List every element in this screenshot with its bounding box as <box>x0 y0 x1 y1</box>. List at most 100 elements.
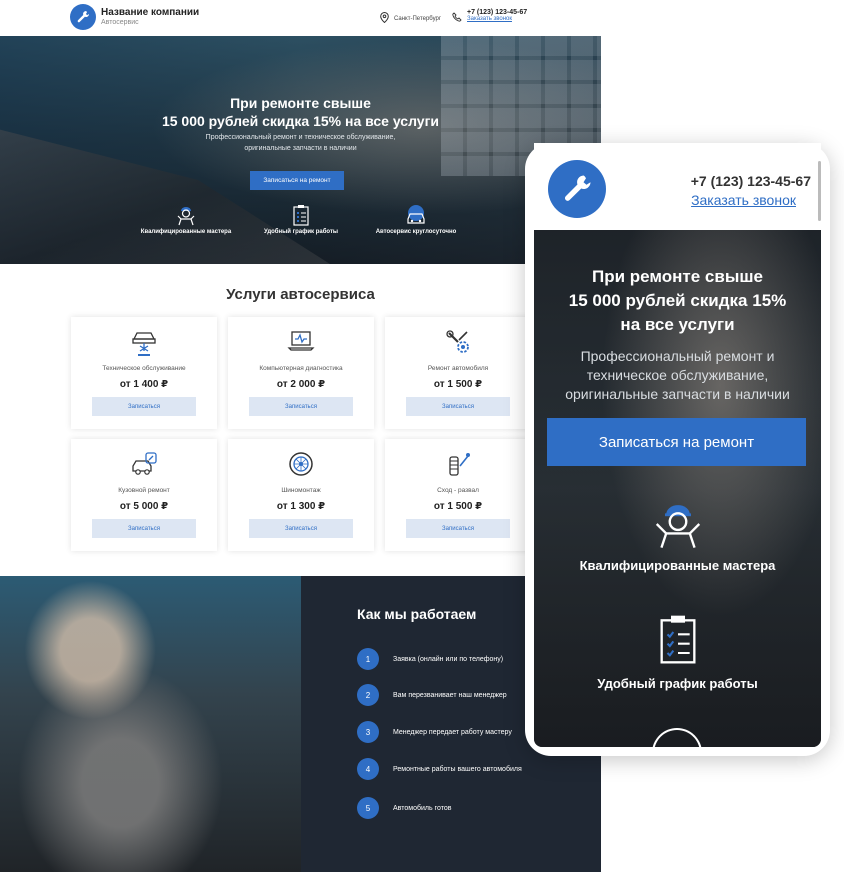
tire-icon <box>228 451 374 477</box>
signup-button[interactable]: Записаться <box>406 519 510 538</box>
mobile-header: +7 (123) 123-45-67 Заказать звонок <box>534 143 821 230</box>
hero-title: При ремонте свыше 15 000 рублей скидка 1… <box>534 265 821 337</box>
service-card: Кузовной ремонт от 5 000 ₽ Записаться <box>71 439 217 551</box>
callback-link[interactable]: Заказать звонок <box>467 16 527 22</box>
services-section: Услуги автосервиса Техническое обслужива… <box>0 264 601 576</box>
service-price: от 1 400 ₽ <box>119 379 169 390</box>
service-card: Сход - развал от 1 500 ₽ Записаться <box>385 439 531 551</box>
feature-masters: Квалифицированные мастера <box>534 498 821 573</box>
service-name: Шиномонтаж <box>281 487 321 494</box>
step-item: 3 Менеджер передает работу мастеру <box>357 721 529 743</box>
step-item: 5 Автомобиль готов <box>357 797 529 819</box>
signup-button[interactable]: Записаться <box>92 397 196 416</box>
hero-subtitle: Профессиональный ремонт и техническое об… <box>0 132 601 154</box>
feature-label: Удобный график работы <box>263 229 339 235</box>
callback-link[interactable]: Заказать звонок <box>691 192 796 208</box>
service-name: Техническое обслуживание <box>102 365 186 372</box>
step-number: 2 <box>357 684 379 706</box>
how-we-work-section: Как мы работаем 1 Заявка (онлайн или по … <box>0 576 601 872</box>
step-item: 2 Вам перезванивает наш менеджер <box>357 684 529 706</box>
map-pin-icon <box>380 11 389 25</box>
step-item: 4 Ремонтные работы вашего автомобиля <box>357 758 529 780</box>
wrench-gear-icon <box>385 329 531 355</box>
scrollbar[interactable] <box>818 161 821 221</box>
mobile-screen: +7 (123) 123-45-67 Заказать звонок При р… <box>534 143 821 747</box>
mechanic-photo <box>0 576 301 872</box>
step-text: Ремонтные работы вашего автомобиля <box>393 765 522 773</box>
hero-title-line: 15 000 рублей скидка 15% <box>568 291 787 310</box>
service-name: Компьютерная диагностика <box>259 365 343 372</box>
step-text: Менеджер передает работу мастеру <box>393 728 512 736</box>
signup-button[interactable]: Записаться <box>406 397 510 416</box>
signup-button[interactable]: Записаться <box>249 397 353 416</box>
services-title: Услуги автосервиса <box>226 286 375 303</box>
phone-number[interactable]: +7 (123) 123-45-67 <box>691 173 811 189</box>
city-label: Санкт-Петербург <box>394 15 442 22</box>
mobile-hero: При ремонте свыше 15 000 рублей скидка 1… <box>534 230 821 747</box>
hero-title-line: При ремонте свыше <box>230 95 371 111</box>
hero-subtitle: Профессиональный ремонт и техническое об… <box>534 347 821 404</box>
site-header: Название компании Автосервис Санкт-Петер… <box>0 0 601 36</box>
step-number: 1 <box>357 648 379 670</box>
service-card: Техническое обслуживание от 1 400 ₽ Запи… <box>71 317 217 429</box>
service-card: Ремонт автомобиля от 1 500 ₽ Записаться <box>385 317 531 429</box>
car-24h-icon <box>652 728 702 747</box>
hero-section: При ремонте свыше 15 000 рублей скидка 1… <box>0 36 601 264</box>
feature-label: Автосервис круглосуточно <box>375 229 457 235</box>
logo-wrench-icon[interactable] <box>70 4 96 30</box>
location: Санкт-Петербург <box>380 11 442 25</box>
phone-icon <box>452 9 462 27</box>
mobile-mockup: +7 (123) 123-45-67 Заказать звонок При р… <box>525 143 830 756</box>
car-body-icon <box>71 451 217 477</box>
phone-block: +7 (123) 123-45-67 Заказать звонок <box>452 9 527 27</box>
step-text: Автомобиль готов <box>393 804 452 812</box>
service-card: Шиномонтаж от 1 300 ₽ Записаться <box>228 439 374 551</box>
step-item: 1 Заявка (онлайн или по телефону) <box>357 648 529 670</box>
book-repair-button[interactable]: Записаться на ремонт <box>250 171 344 190</box>
feature-label: Квалифицированные мастера <box>579 558 776 573</box>
feature-schedule: Удобный график работы <box>534 610 821 691</box>
service-card: Компьютерная диагностика от 2 000 ₽ Запи… <box>228 317 374 429</box>
signup-button[interactable]: Записаться <box>92 519 196 538</box>
hero-subtitle-line: Профессиональный ремонт и <box>580 348 775 364</box>
feature-schedule: Удобный график работы <box>260 204 342 235</box>
feature-24h: Автосервис круглосуточно <box>372 204 460 235</box>
service-price: от 2 000 ₽ <box>276 379 326 390</box>
hero-title-line: При ремонте свыше <box>592 267 763 286</box>
service-name: Ремонт автомобиля <box>427 365 489 372</box>
step-number: 5 <box>357 797 379 819</box>
book-repair-button[interactable]: Записаться на ремонт <box>547 418 806 466</box>
hero-title: При ремонте свыше 15 000 рублей скидка 1… <box>0 94 601 130</box>
mechanic-icon <box>534 498 821 550</box>
service-name: Сход - развал <box>437 487 479 494</box>
company-subtitle: Автосервис <box>101 19 139 26</box>
step-number: 4 <box>357 758 379 780</box>
service-price: от 1 500 ₽ <box>433 501 483 512</box>
hero-subtitle-line: Профессиональный ремонт и техническое об… <box>205 134 396 141</box>
hero-title-line: 15 000 рублей скидка 15% на все услуги <box>161 113 440 129</box>
hero-subtitle-line: техническое обслуживание, <box>586 367 769 383</box>
company-name: Название компании <box>101 7 200 18</box>
how-title: Как мы работаем <box>357 606 477 622</box>
wheel-alignment-icon <box>385 451 531 479</box>
laptop-diagnostics-icon <box>228 329 374 353</box>
desktop-mockup: Название компании Автосервис Санкт-Петер… <box>0 0 601 872</box>
feature-masters: Квалифицированные мастера <box>138 204 234 235</box>
feature-label: Удобный график работы <box>597 676 758 691</box>
logo-wrench-icon[interactable] <box>548 160 606 218</box>
hero-title-line: на все услуги <box>620 315 735 334</box>
car-lift-icon <box>71 329 217 357</box>
clipboard-icon <box>534 610 821 668</box>
clipboard-icon <box>260 204 342 226</box>
service-price: от 1 300 ₽ <box>276 501 326 512</box>
step-text: Заявка (онлайн или по телефону) <box>393 655 504 663</box>
hero-subtitle-line: оригинальные запчасти в наличии <box>565 386 790 402</box>
signup-button[interactable]: Записаться <box>249 519 353 538</box>
mechanic-icon <box>138 204 234 226</box>
hero-subtitle-line: оригинальные запчасти в наличии <box>244 145 357 152</box>
phone-number[interactable]: +7 (123) 123-45-67 <box>467 9 527 16</box>
car-24h-icon <box>372 204 460 226</box>
service-price: от 5 000 ₽ <box>119 501 169 512</box>
feature-label: Квалифицированные мастера <box>140 229 232 235</box>
service-price: от 1 500 ₽ <box>433 379 483 390</box>
